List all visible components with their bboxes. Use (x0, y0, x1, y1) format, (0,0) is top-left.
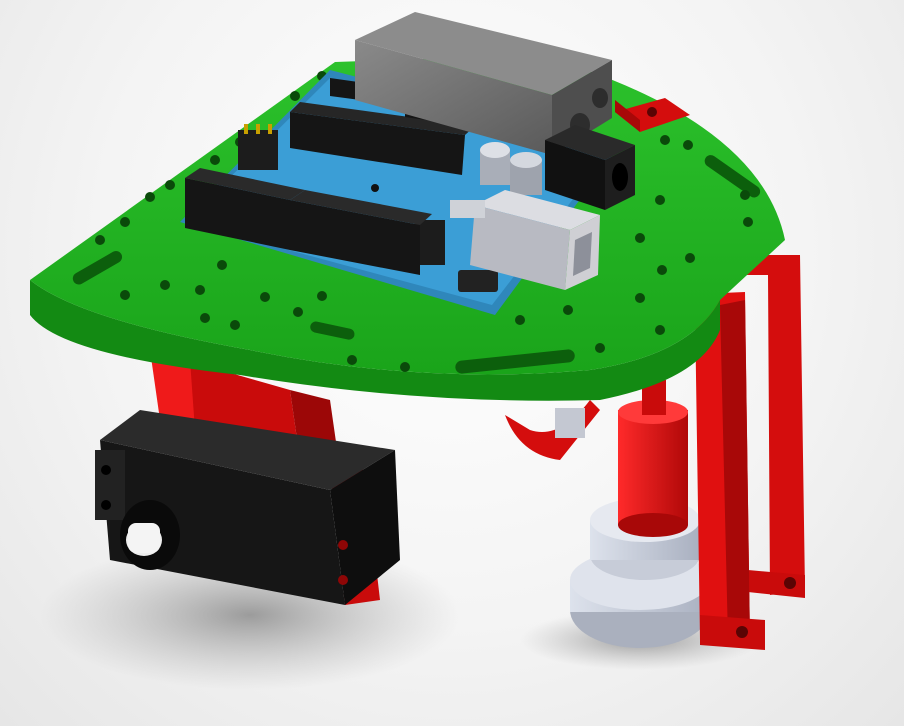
robot-illustration (30, 12, 805, 690)
servo-mount-hole (101, 465, 111, 475)
rear-caster-bracket (505, 400, 600, 460)
render-scene (0, 0, 904, 726)
icsp-header (238, 130, 278, 170)
caster-stem (618, 410, 688, 525)
